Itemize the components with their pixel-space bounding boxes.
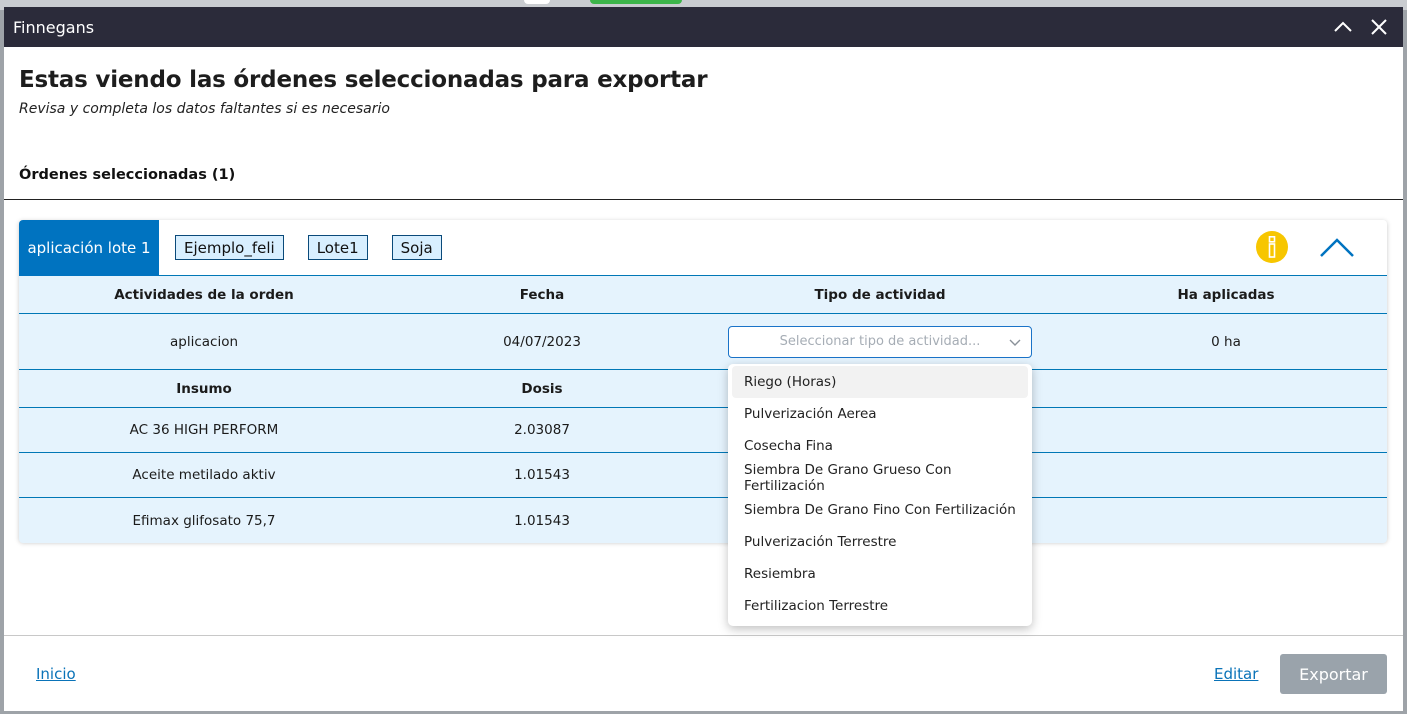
page-title: Estas viendo las órdenes seleccionadas p… bbox=[19, 67, 708, 93]
input-row: Efimax glifosato 75,7 1.01543 bbox=[19, 498, 1387, 543]
modal-header: Estas viendo las órdenes seleccionadas p… bbox=[4, 47, 1403, 199]
divider bbox=[4, 199, 1403, 200]
activity-row: aplicacion 04/07/2023 Seleccionar tipo d… bbox=[19, 314, 1387, 370]
background-avatar bbox=[524, 0, 550, 4]
activity-type-dropdown: Riego (Horas) Pulverización Aerea Cosech… bbox=[728, 364, 1032, 626]
inputs-header-row: Insumo Dosis bbox=[19, 370, 1387, 408]
activity-type-placeholder: Seleccionar tipo de actividad... bbox=[779, 334, 981, 349]
modal-titlebar: Finnegans bbox=[4, 7, 1403, 47]
activity-type-select[interactable]: Seleccionar tipo de actividad... bbox=[728, 325, 1032, 358]
activity-date: 04/07/2023 bbox=[503, 333, 581, 350]
input-name: Efimax glifosato 75,7 bbox=[132, 512, 276, 529]
col-input: Insumo bbox=[176, 380, 232, 397]
activity-hectares: 0 ha bbox=[1211, 333, 1241, 350]
chevron-down-icon bbox=[1009, 336, 1021, 348]
input-name: AC 36 HIGH PERFORM bbox=[129, 422, 279, 438]
input-row: Aceite metilado aktiv 1.01543 bbox=[19, 453, 1387, 498]
edit-link[interactable]: Editar bbox=[1214, 665, 1258, 683]
input-dose: 1.01543 bbox=[514, 512, 570, 529]
order-chip-crop: Soja bbox=[391, 235, 442, 260]
col-hectares: Ha aplicadas bbox=[1177, 286, 1275, 303]
order-chip-lot: Lote1 bbox=[307, 235, 368, 260]
home-link[interactable]: Inicio bbox=[36, 665, 76, 683]
info-icon[interactable] bbox=[1256, 231, 1288, 263]
collapse-card-chevron-up-icon[interactable] bbox=[1319, 234, 1355, 260]
modal-footer: Inicio Editar Exportar bbox=[4, 635, 1403, 711]
input-row: AC 36 HIGH PERFORM 2.03087 bbox=[19, 408, 1387, 453]
activities-header-row: Actividades de la orden Fecha Tipo de ac… bbox=[19, 276, 1387, 314]
dropdown-option[interactable]: Siembra De Grano Grueso Con Fertilizació… bbox=[732, 462, 1028, 494]
order-card: aplicación lote 1 Ejemplo_feli Lote1 Soj… bbox=[19, 219, 1387, 543]
dropdown-option[interactable]: Riego (Horas) bbox=[732, 366, 1028, 398]
activity-name: aplicacion bbox=[169, 333, 239, 350]
input-dose: 1.01543 bbox=[514, 467, 570, 483]
background-status-pill bbox=[590, 0, 682, 4]
dropdown-option[interactable]: Cosecha Fina bbox=[732, 430, 1028, 462]
order-chip-field: Ejemplo_feli bbox=[175, 235, 284, 260]
dropdown-option[interactable]: Resiembra bbox=[732, 558, 1028, 590]
input-name: Aceite metilado aktiv bbox=[132, 467, 276, 483]
input-dose: 2.03087 bbox=[514, 422, 570, 438]
close-icon[interactable] bbox=[1367, 15, 1391, 39]
col-date: Fecha bbox=[519, 286, 565, 303]
export-orders-modal: Finnegans Estas viendo las órdenes selec… bbox=[4, 7, 1403, 711]
order-tab[interactable]: aplicación lote 1 bbox=[19, 219, 159, 276]
order-card-header: aplicación lote 1 Ejemplo_feli Lote1 Soj… bbox=[19, 219, 1387, 276]
selected-orders-label: Órdenes seleccionadas (1) bbox=[19, 167, 236, 183]
col-activities: Actividades de la orden bbox=[114, 286, 294, 303]
export-button[interactable]: Exportar bbox=[1280, 654, 1387, 694]
page-subtitle: Revisa y completa los datos faltantes si… bbox=[19, 101, 390, 117]
dropdown-option[interactable]: Pulverización Aerea bbox=[732, 398, 1028, 430]
col-dose: Dosis bbox=[521, 380, 563, 397]
dropdown-option[interactable]: Siembra De Grano Fino Con Fertilización bbox=[732, 494, 1028, 526]
dropdown-option[interactable]: Fertilizacion Terrestre bbox=[732, 590, 1028, 622]
modal-title: Finnegans bbox=[13, 17, 95, 37]
col-activity-type: Tipo de actividad bbox=[814, 286, 946, 303]
minimize-chevron-up-icon[interactable] bbox=[1331, 15, 1355, 39]
dropdown-option[interactable]: Pulverización Terrestre bbox=[732, 526, 1028, 558]
